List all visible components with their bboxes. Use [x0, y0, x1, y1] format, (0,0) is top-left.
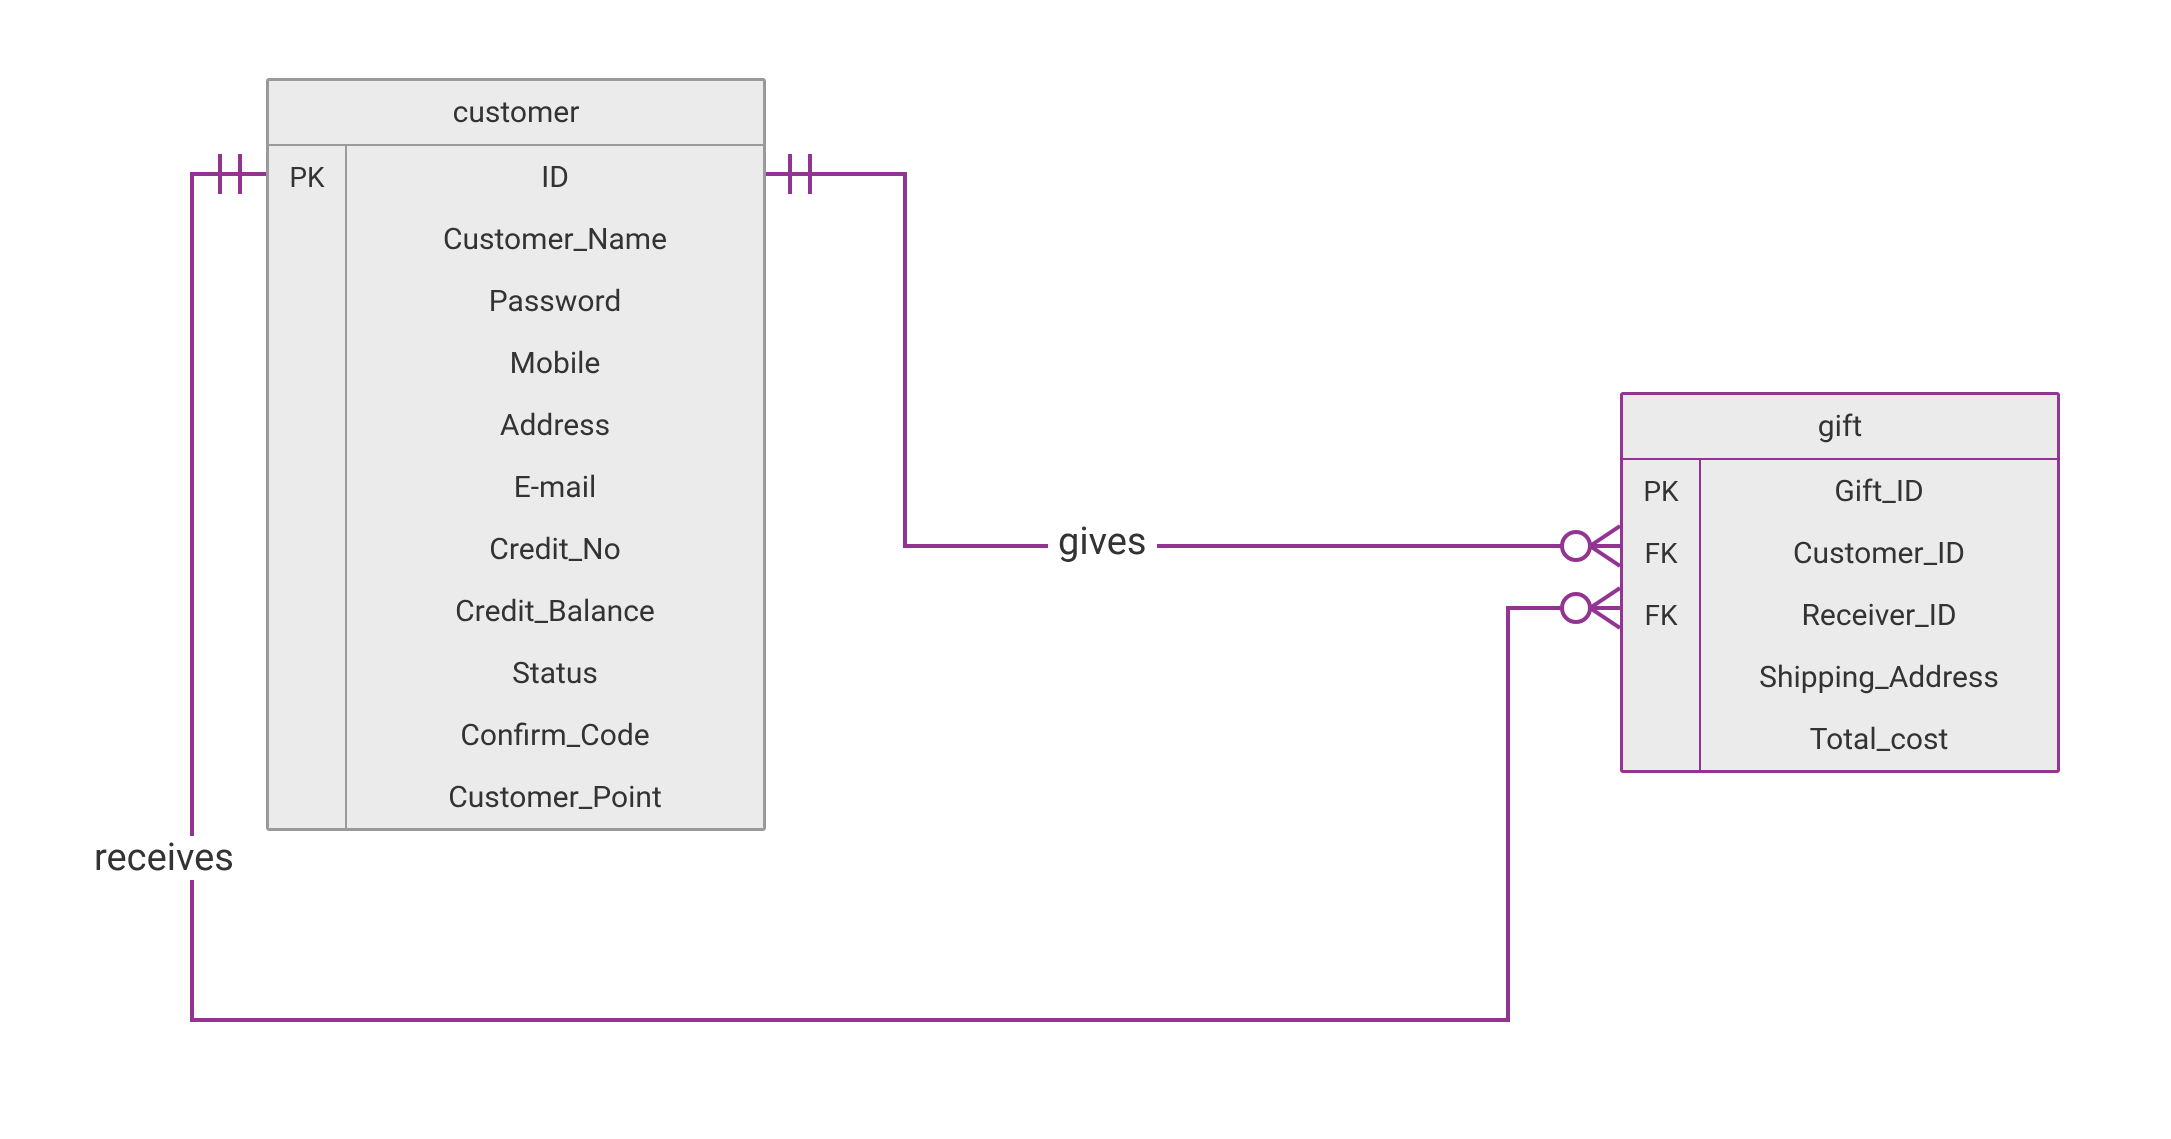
key-cell: PK: [1623, 460, 1699, 522]
key-cell: FK: [1623, 522, 1699, 584]
key-cell: [1623, 708, 1699, 770]
key-cell: [1623, 646, 1699, 708]
key-cell: PK: [269, 146, 345, 208]
key-cell: [269, 394, 345, 456]
attr-cell: Total_cost: [1701, 708, 2057, 770]
key-cell: [269, 642, 345, 704]
relationship-receives-label: receives: [84, 836, 244, 880]
entity-customer-title: customer: [269, 81, 763, 146]
attr-cell: Status: [347, 642, 763, 704]
key-cell: [269, 518, 345, 580]
entity-gift: gift PK FK FK Gift_ID Customer_ID Receiv…: [1620, 392, 2060, 773]
attr-cell: Receiver_ID: [1701, 584, 2057, 646]
entity-customer: customer PK ID Customer_Name Password Mo…: [266, 78, 766, 831]
key-cell: [269, 456, 345, 518]
key-cell: [269, 270, 345, 332]
attr-cell: Credit_No: [347, 518, 763, 580]
key-cell: [269, 332, 345, 394]
entity-gift-key-column: PK FK FK: [1623, 460, 1701, 770]
key-cell: FK: [1623, 584, 1699, 646]
entity-customer-attr-column: ID Customer_Name Password Mobile Address…: [347, 146, 763, 828]
entity-gift-title: gift: [1623, 395, 2057, 460]
attr-cell: ID: [347, 146, 763, 208]
entity-customer-key-column: PK: [269, 146, 347, 828]
attr-cell: Password: [347, 270, 763, 332]
relationship-gives-label: gives: [1048, 520, 1157, 564]
attr-cell: Customer_ID: [1701, 522, 2057, 584]
attr-cell: Credit_Balance: [347, 580, 763, 642]
attr-cell: Customer_Point: [347, 766, 763, 828]
attr-cell: Customer_Name: [347, 208, 763, 270]
entity-gift-attr-column: Gift_ID Customer_ID Receiver_ID Shipping…: [1701, 460, 2057, 770]
attr-cell: Gift_ID: [1701, 460, 2057, 522]
attr-cell: E-mail: [347, 456, 763, 518]
attr-cell: Mobile: [347, 332, 763, 394]
key-cell: [269, 766, 345, 828]
attr-cell: Shipping_Address: [1701, 646, 2057, 708]
attr-cell: Address: [347, 394, 763, 456]
key-cell: [269, 704, 345, 766]
attr-cell: Confirm_Code: [347, 704, 763, 766]
key-cell: [269, 208, 345, 270]
key-cell: [269, 580, 345, 642]
